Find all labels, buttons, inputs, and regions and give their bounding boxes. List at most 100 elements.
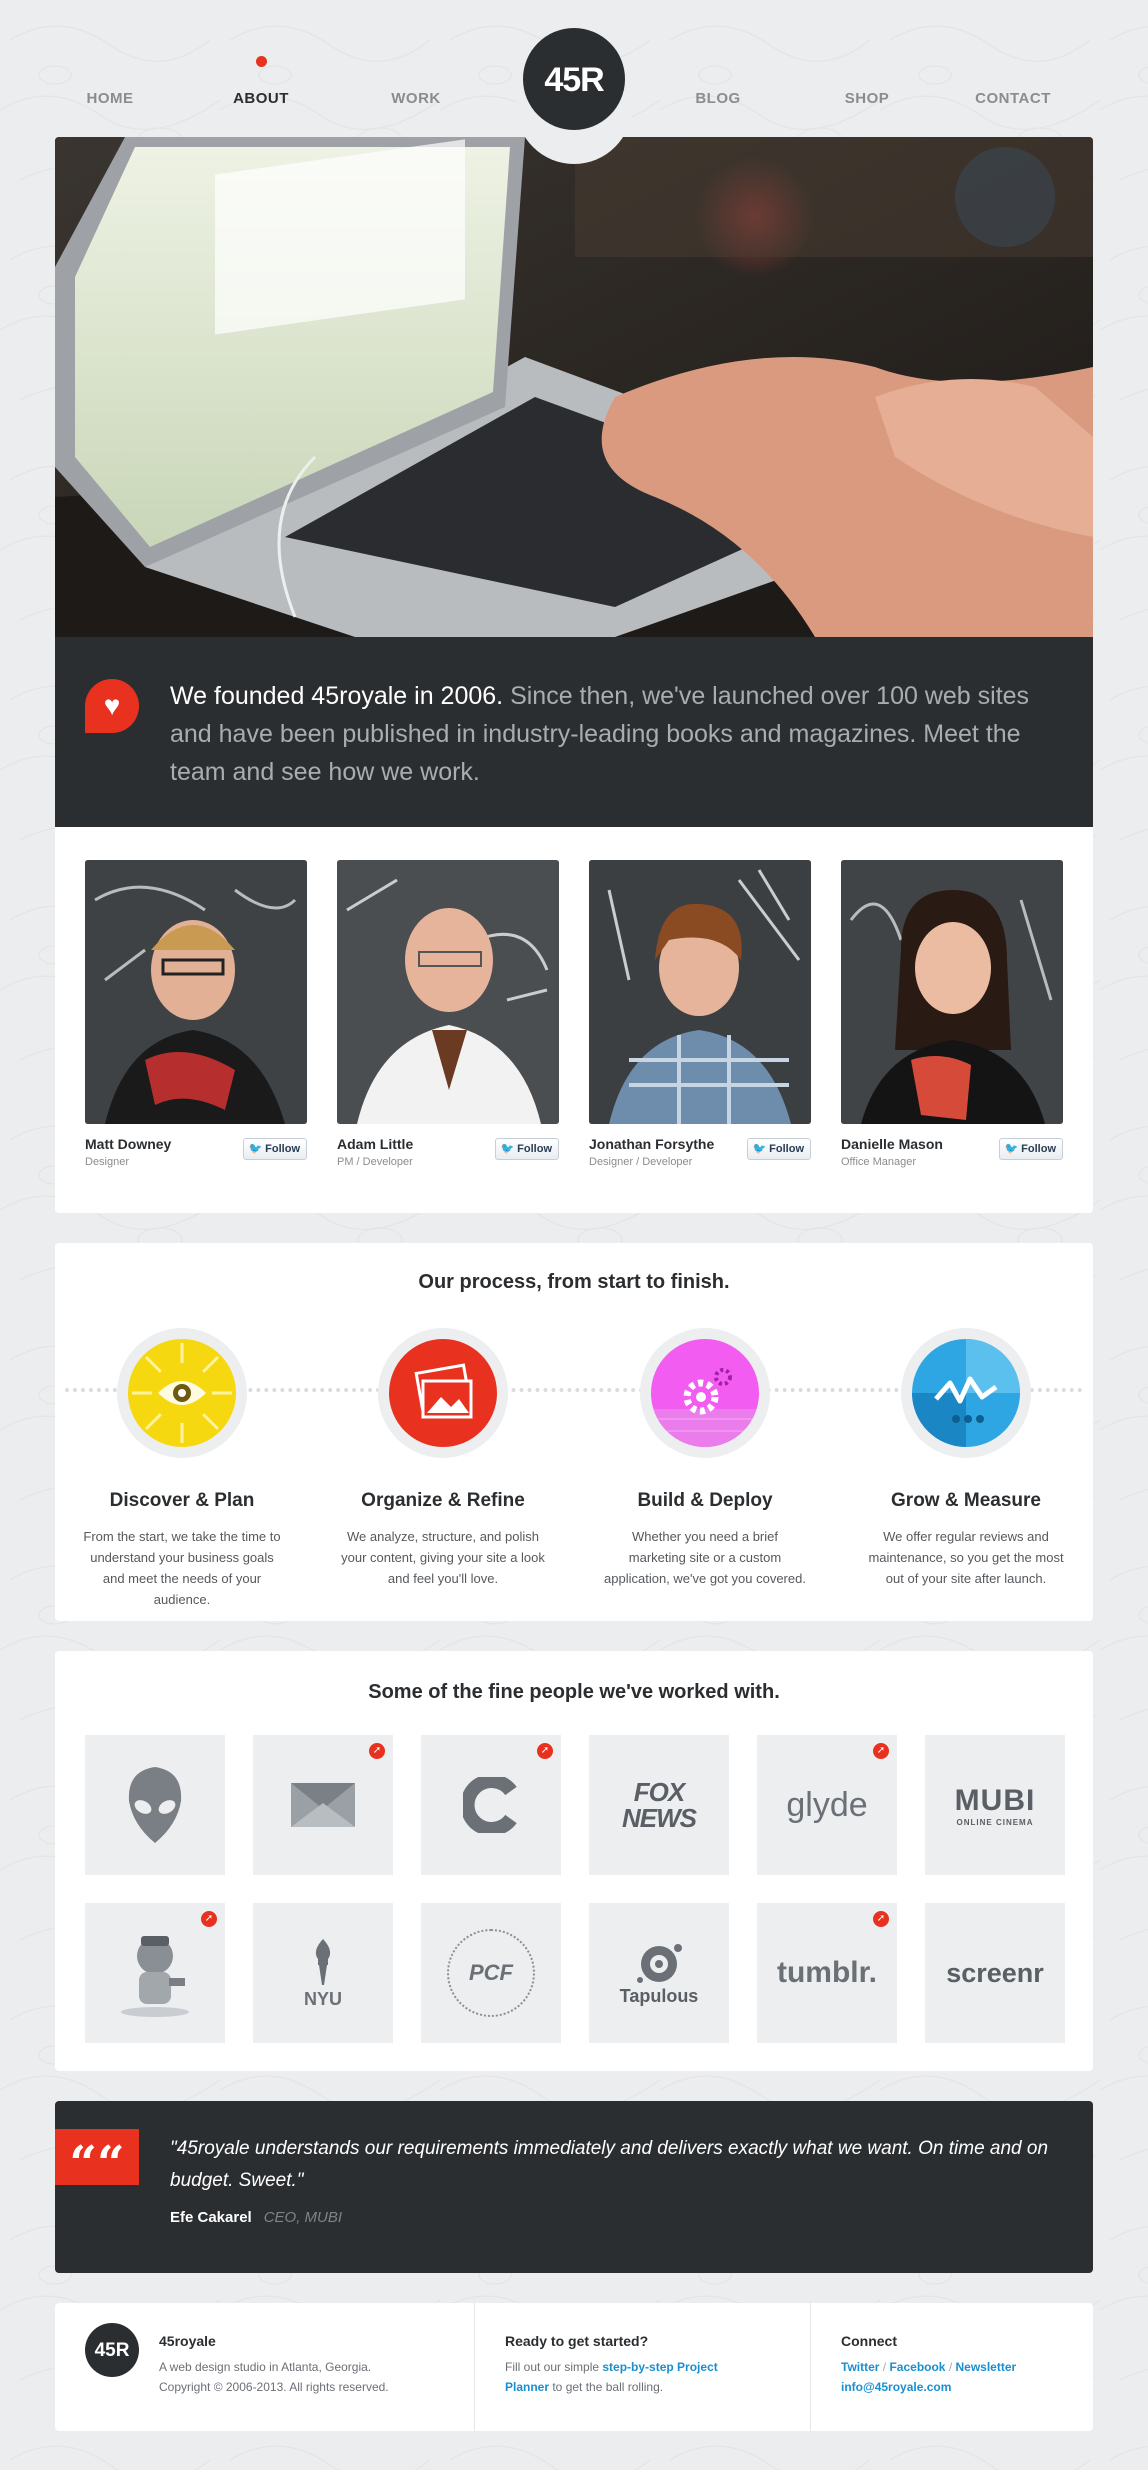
footer-tagline: A web design studio in Atlanta, Georgia. xyxy=(159,2360,372,2374)
step-title: Discover & Plan xyxy=(109,1490,255,1511)
mubi-tagline: ONLINE CINEMA xyxy=(956,1817,1034,1827)
mubi-logo: MUBI xyxy=(954,1783,1036,1817)
client-tile-screenr[interactable]: screenr xyxy=(925,1903,1065,2043)
twitter-link[interactable]: Twitter xyxy=(841,2360,879,2374)
email-link[interactable]: info@45royale.com xyxy=(841,2380,951,2394)
nav-work[interactable]: WORK xyxy=(361,90,471,107)
process-title: Our process, from start to finish. xyxy=(418,1271,730,1293)
step-text: From the start, we take the time to unde… xyxy=(83,1529,281,1607)
member-photo xyxy=(85,860,307,1124)
client-tile-tumblr[interactable]: tumblr. ➚ xyxy=(757,1903,897,2043)
process-step: Discover & Plan From the start, we take … xyxy=(72,1328,292,1610)
member-name: Jonathan Forsythe xyxy=(589,1136,715,1152)
process-step: Grow & Measure We offer regular reviews … xyxy=(856,1328,1076,1589)
cta-text-end: to get the ball rolling. xyxy=(549,2380,664,2394)
footer-about: 45royale A web design studio in Atlanta,… xyxy=(159,2333,459,2461)
footer-divider xyxy=(474,2303,475,2431)
intro-banner: ♥ We founded 45royale in 2006. Since the… xyxy=(55,637,1093,827)
footer-copyright: Copyright © 2006-2013. All rights reserv… xyxy=(159,2380,389,2394)
glyde-logo: glyde xyxy=(786,1785,868,1824)
step-title: Grow & Measure xyxy=(891,1490,1041,1511)
nav-home[interactable]: HOME xyxy=(55,90,165,107)
footer: 45R 45royale A web design studio in Atla… xyxy=(55,2303,1093,2431)
footer-logo[interactable]: 45R xyxy=(85,2323,139,2377)
client-tile-mubi[interactable]: MUBI ONLINE CINEMA xyxy=(925,1735,1065,1875)
step-text: Whether you need a brief marketing site … xyxy=(604,1529,806,1586)
process-step: Build & Deploy Whether you need a brief … xyxy=(595,1328,815,1589)
member-role: Designer xyxy=(85,1156,130,1168)
follow-label: Follow xyxy=(517,1143,552,1155)
quote-attribution: Efe Cakarel CEO, MUBI xyxy=(170,2209,342,2226)
client-tile-glyde[interactable]: glyde ➚ xyxy=(757,1735,897,1875)
laptop-photo xyxy=(55,137,1093,637)
intro-lead: We founded 45royale in 2006. xyxy=(170,682,504,710)
footer-connect: Connect Twitter / Facebook / Newsletter … xyxy=(841,2333,1081,2461)
client-tile-nyu[interactable]: NYU xyxy=(253,1903,393,2043)
twitter-follow-button[interactable]: 🐦 Follow xyxy=(495,1138,559,1160)
footer-cta: Ready to get started? Fill out our simpl… xyxy=(505,2333,765,2461)
external-arrow-icon: ➚ xyxy=(537,1743,553,1759)
clients-title: Some of the fine people we've worked wit… xyxy=(368,1681,780,1703)
heart-icon: ♥ xyxy=(103,690,121,721)
client-tile-foxnews[interactable]: FOX NEWS xyxy=(589,1735,729,1875)
newsletter-link[interactable]: Newsletter xyxy=(956,2360,1017,2374)
cta-text: Fill out our simple xyxy=(505,2360,603,2374)
follow-label: Follow xyxy=(265,1143,300,1155)
photos-icon xyxy=(389,1339,497,1447)
pcf-logo: PCF xyxy=(469,1960,513,1985)
step-text: We analyze, structure, and polish your c… xyxy=(341,1529,545,1586)
twitter-follow-button[interactable]: 🐦 Follow xyxy=(999,1138,1063,1160)
client-tile-pcf[interactable]: PCF xyxy=(421,1903,561,2043)
link-separator: / xyxy=(879,2360,890,2374)
nav-contact[interactable]: CONTACT xyxy=(958,90,1068,107)
team-member: Jonathan Forsythe Designer / Developer 🐦… xyxy=(589,860,811,1168)
quote-icon: ““ xyxy=(55,2129,139,2192)
step-title: Build & Deploy xyxy=(637,1490,773,1511)
heart-badge: ♥ xyxy=(85,679,139,733)
main-nav: HOME ABOUT WORK BLOG SHOP CONTACT 45R xyxy=(55,0,1093,164)
tumblr-logo: tumblr. xyxy=(776,1956,877,1989)
quote-text: "45royale understands our requirements i… xyxy=(170,2138,1049,2191)
twitter-bird-icon: 🐦 xyxy=(752,1143,767,1155)
tapulous-splash-icon xyxy=(637,1943,682,1983)
twitter-follow-button[interactable]: 🐦 Follow xyxy=(243,1138,307,1160)
external-arrow-icon: ➚ xyxy=(873,1743,889,1759)
quote-author: Efe Cakarel xyxy=(170,2209,252,2226)
mascot-logo xyxy=(121,1936,189,2017)
cta-title: Ready to get started? xyxy=(505,2333,649,2349)
hero-image xyxy=(55,137,1093,637)
site-logo[interactable]: 45R xyxy=(523,28,625,130)
eye-icon xyxy=(128,1339,236,1447)
facebook-link[interactable]: Facebook xyxy=(889,2360,945,2374)
c-logo xyxy=(463,1777,517,1833)
member-role: PM / Developer xyxy=(337,1156,413,1168)
envelope-logo xyxy=(291,1783,355,1827)
footer-company: 45royale xyxy=(159,2333,216,2349)
client-tile-tapulous[interactable]: Tapulous xyxy=(589,1903,729,2043)
footer-divider xyxy=(810,2303,811,2431)
twitter-bird-icon: 🐦 xyxy=(248,1143,263,1155)
nav-shop[interactable]: SHOP xyxy=(812,90,922,107)
client-tile-c[interactable]: ➚ xyxy=(421,1735,561,1875)
process-step: Organize & Refine We analyze, structure,… xyxy=(333,1328,553,1589)
follow-label: Follow xyxy=(769,1143,804,1155)
team-section: Matt Downey Designer 🐦 Follow Adam Little… xyxy=(55,827,1093,1213)
member-role: Designer / Developer xyxy=(589,1156,693,1168)
client-tile-mascot[interactable]: ➚ xyxy=(85,1903,225,2043)
nav-blog[interactable]: BLOG xyxy=(663,90,773,107)
testimonial: ““ "45royale understands our requirement… xyxy=(55,2101,1093,2273)
client-tile-alien[interactable] xyxy=(85,1735,225,1875)
external-arrow-icon: ➚ xyxy=(873,1911,889,1927)
nav-about[interactable]: ABOUT xyxy=(206,90,316,107)
client-tile-envelope[interactable]: ➚ xyxy=(253,1735,393,1875)
step-text: We offer regular reviews and maintenance… xyxy=(868,1529,1064,1586)
quote-role: CEO, MUBI xyxy=(263,2209,343,2226)
twitter-bird-icon: 🐦 xyxy=(1004,1143,1019,1155)
foxnews-logo: FOX NEWS xyxy=(622,1777,697,1833)
alien-logo xyxy=(128,1767,182,1843)
clients-section: Some of the fine people we've worked wit… xyxy=(55,1651,1093,2071)
twitter-follow-button[interactable]: 🐦 Follow xyxy=(747,1138,811,1160)
twitter-bird-icon: 🐦 xyxy=(500,1143,515,1155)
team-member: Adam Little PM / Developer 🐦 Follow xyxy=(337,860,559,1168)
intro-text: We founded 45royale in 2006. Since then,… xyxy=(170,677,1033,791)
